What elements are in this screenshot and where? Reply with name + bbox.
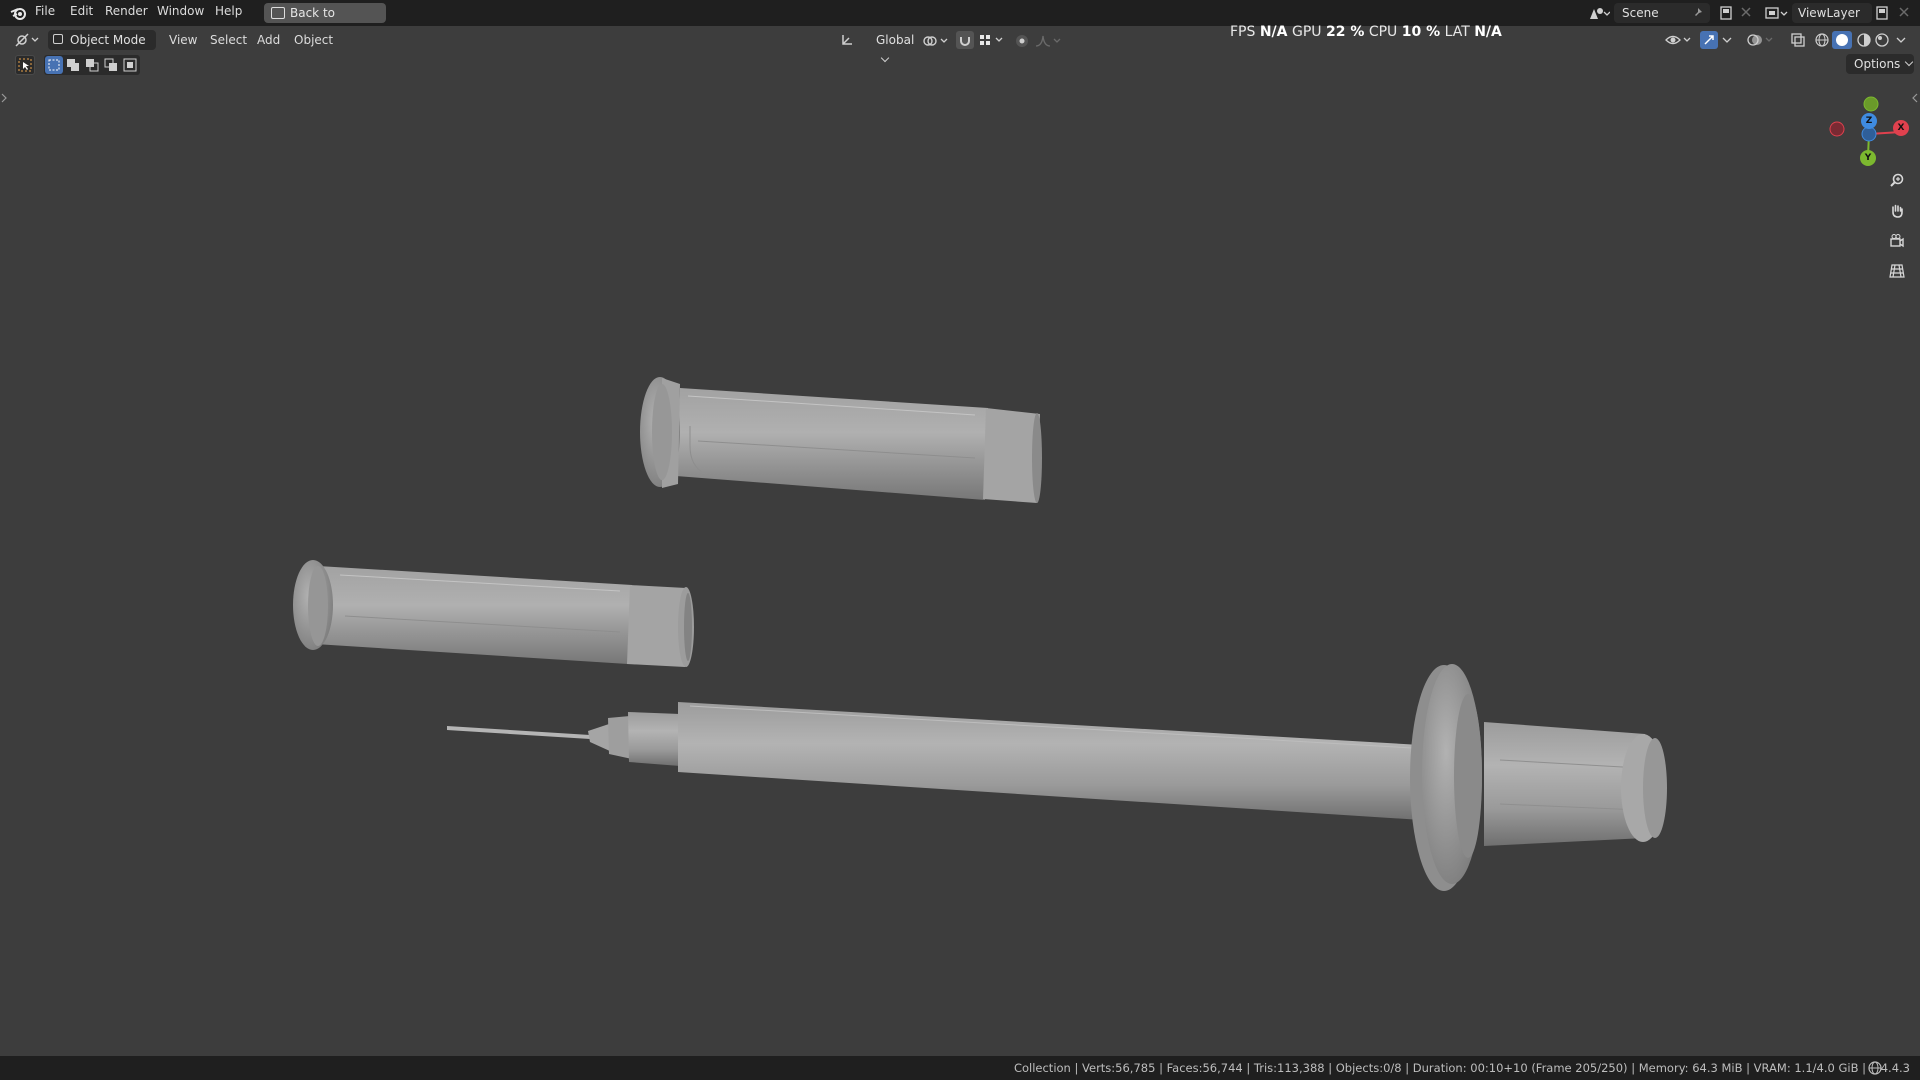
syringe-body[interactable]	[447, 664, 1667, 891]
new-scene-icon[interactable]	[1718, 5, 1734, 21]
3d-viewport[interactable]: Object Mode View Select Add Object Globa…	[0, 24, 1920, 1056]
status-bar: Collection | Verts:56,785 | Faces:56,744…	[0, 1056, 1920, 1080]
screen-icon	[271, 7, 285, 19]
menu-render[interactable]: Render	[105, 4, 148, 18]
delete-view-layer-icon[interactable]	[1898, 6, 1910, 18]
menu-edit[interactable]: Edit	[70, 4, 93, 18]
back-to-previous-button[interactable]: Back to Previous	[264, 3, 386, 40]
scene-name: Scene	[1622, 6, 1659, 20]
blender-icon[interactable]	[10, 5, 28, 21]
scene-statistics: Collection | Verts:56,785 | Faces:56,744…	[1013, 1061, 1866, 1075]
new-view-layer-icon[interactable]	[1874, 5, 1890, 21]
needle-cap-upper[interactable]	[640, 377, 1042, 503]
scene-objects	[293, 377, 1667, 891]
menu-help[interactable]: Help	[215, 4, 242, 18]
needle-cap-lower[interactable]	[293, 560, 694, 667]
delete-scene-icon[interactable]	[1740, 6, 1752, 18]
view-layer-name: ViewLayer	[1798, 6, 1860, 20]
scene-icon[interactable]	[1588, 5, 1610, 21]
pin-icon[interactable]	[1692, 7, 1704, 19]
scene-name-field[interactable]: Scene	[1614, 3, 1710, 23]
blender-version: 4.4.3	[1880, 1061, 1910, 1075]
top-bar: File Edit Render Window Help Back to Pre…	[0, 0, 1920, 40]
menu-window[interactable]: Window	[157, 4, 204, 18]
menu-file[interactable]: File	[35, 4, 55, 18]
view-layer-icon[interactable]	[1764, 5, 1788, 21]
view-layer-field[interactable]: ViewLayer	[1792, 3, 1872, 23]
